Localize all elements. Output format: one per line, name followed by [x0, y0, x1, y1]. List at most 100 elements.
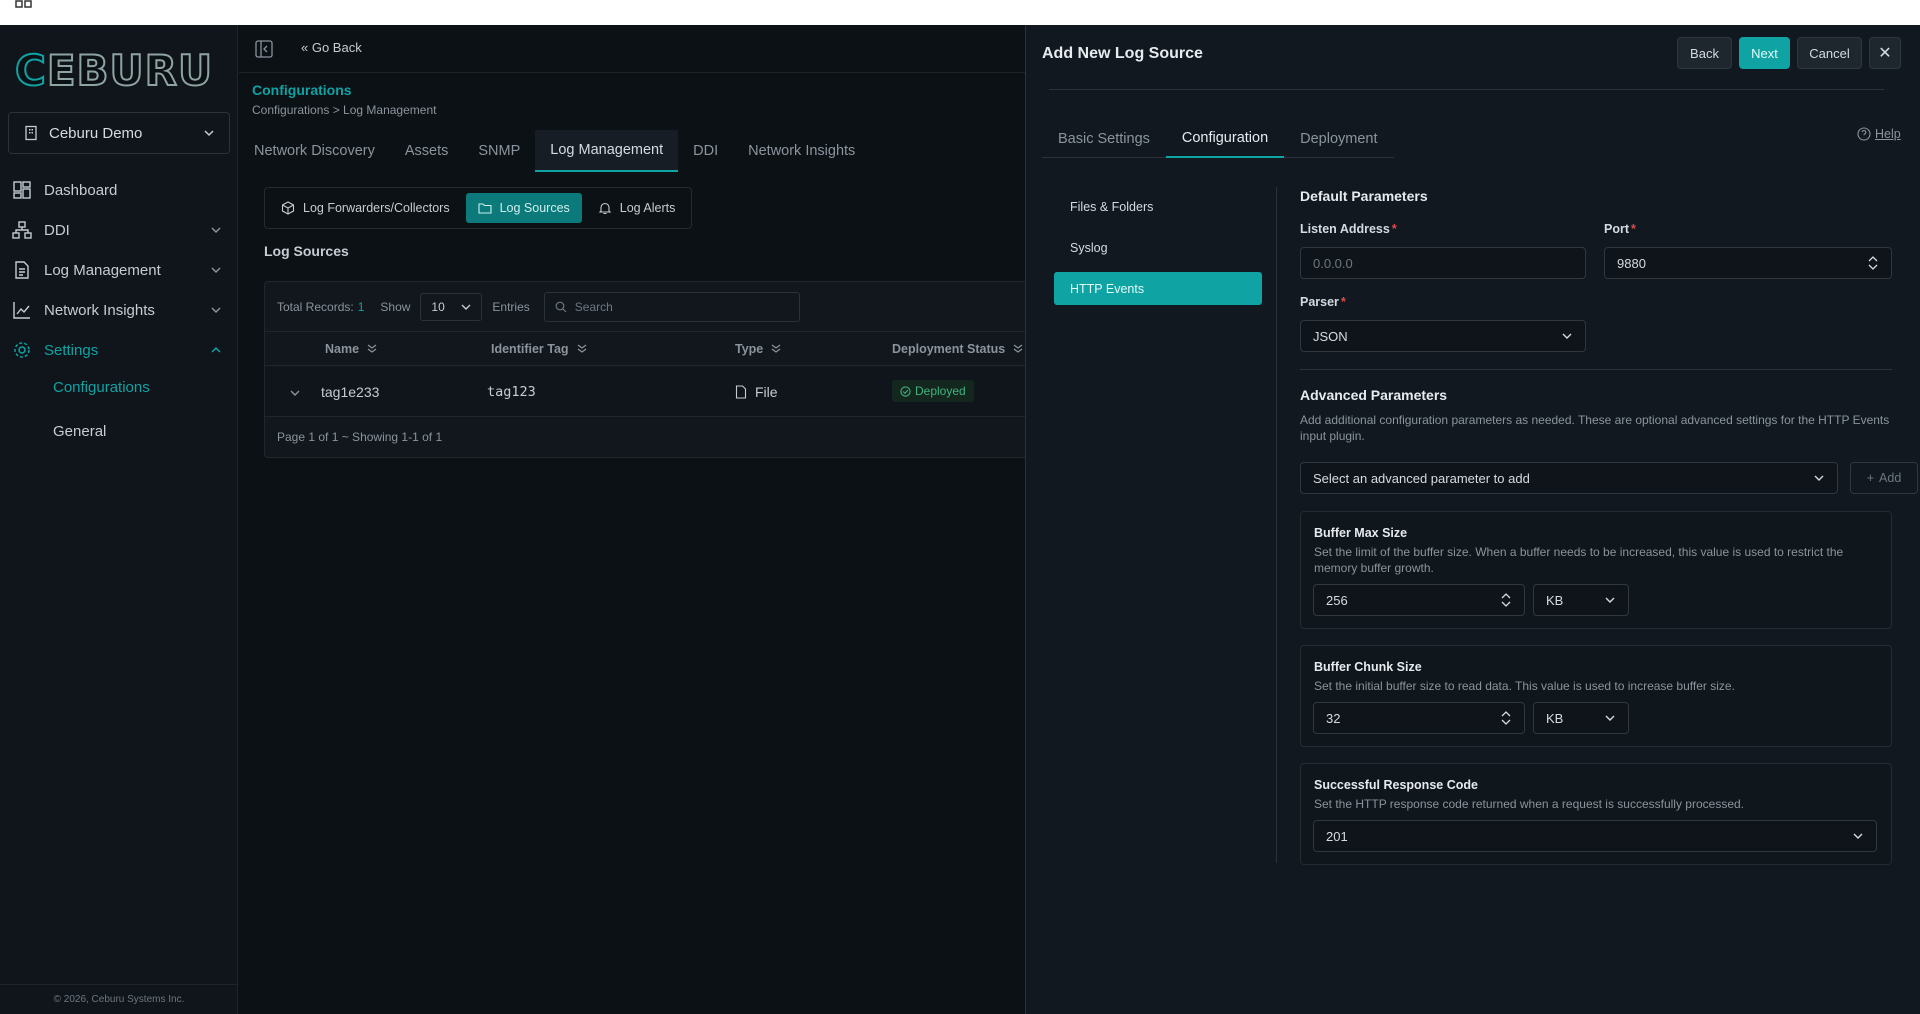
- main-content: « Go Back Configurations Configurations …: [239, 25, 1034, 1014]
- chevron-down-icon: [204, 130, 214, 137]
- tab-deployment[interactable]: Deployment: [1284, 120, 1393, 158]
- footer: © 2026, Ceburu Systems Inc.: [0, 984, 238, 1014]
- menu-files-folders[interactable]: Files & Folders: [1054, 190, 1262, 223]
- increment-icon[interactable]: [1868, 254, 1878, 263]
- column-header-type[interactable]: Type: [735, 342, 781, 356]
- main-header: « Go Back: [239, 25, 1025, 73]
- tab-log-management[interactable]: Log Management: [535, 130, 679, 172]
- tab-basic-settings[interactable]: Basic Settings: [1042, 120, 1166, 158]
- subtab-forwarders[interactable]: Log Forwarders/Collectors: [269, 193, 462, 223]
- table-row[interactable]: tag1e233 tag123 File Deployed: [265, 367, 1033, 417]
- help-icon: [1857, 127, 1871, 141]
- total-label: Total Records:: [277, 299, 354, 314]
- file-icon: [735, 385, 747, 399]
- help-link[interactable]: Help: [1857, 127, 1901, 141]
- unit-value: KB: [1546, 710, 1564, 726]
- show-label: Show: [380, 299, 411, 314]
- number-stepper[interactable]: [1867, 254, 1879, 272]
- response-code-select[interactable]: 201: [1313, 820, 1877, 852]
- parser-select[interactable]: JSON: [1300, 320, 1586, 352]
- buffer-max-size-unit-select[interactable]: KB: [1533, 584, 1629, 616]
- column-header-tag[interactable]: Identifier Tag: [491, 342, 587, 356]
- increment-icon[interactable]: [1501, 591, 1511, 600]
- parser-value: JSON: [1313, 328, 1348, 344]
- column-label: Deployment Status: [892, 341, 1006, 356]
- tab-configuration[interactable]: Configuration: [1165, 120, 1285, 158]
- log-sources-table: Total Records: 1 Show 10 Entries Search …: [264, 281, 1034, 458]
- org-select[interactable]: Ceburu Demo: [8, 112, 230, 154]
- status-badge: Deployed: [892, 380, 974, 402]
- param-desc: Set the HTTP response code returned when…: [1314, 797, 1745, 811]
- decrement-icon[interactable]: [1868, 263, 1878, 272]
- chevron-down-icon: [1853, 833, 1863, 839]
- chevron-down-icon: [1605, 715, 1615, 721]
- grid-icon[interactable]: [15, 0, 33, 10]
- chevron-down-icon: [211, 227, 221, 234]
- subtab-log-alerts[interactable]: Log Alerts: [586, 193, 688, 223]
- tab-snmp[interactable]: SNMP: [463, 130, 535, 172]
- subtabs: Log Forwarders/Collectors Log Sources Lo…: [264, 187, 693, 229]
- nav-label: Network Insights: [44, 301, 155, 319]
- next-button[interactable]: Next: [1739, 37, 1790, 69]
- nav-label: Log Management: [44, 261, 161, 279]
- nav-configurations[interactable]: Configurations: [53, 379, 150, 396]
- tab-assets[interactable]: Assets: [390, 130, 464, 172]
- number-stepper[interactable]: [1500, 591, 1512, 609]
- nav-network-insights[interactable]: Network Insights: [12, 297, 222, 323]
- logo[interactable]: CEBURU: [14, 45, 213, 96]
- sidebar: CEBURU Ceburu Demo Dashboard DDI Log Man…: [0, 25, 238, 1014]
- column-header-status[interactable]: Deployment Status: [892, 342, 1023, 356]
- menu-http-events[interactable]: HTTP Events: [1054, 272, 1262, 305]
- sort-icon: [1013, 344, 1023, 353]
- tab-network-insights[interactable]: Network Insights: [733, 130, 870, 172]
- nav-log-management[interactable]: Log Management: [12, 257, 222, 283]
- nav-general[interactable]: General: [53, 423, 106, 440]
- chevron-down-icon: [461, 304, 471, 310]
- label-text: Listen Address: [1300, 222, 1390, 236]
- buffer-max-size-input[interactable]: 256: [1313, 584, 1525, 616]
- go-back-link[interactable]: « Go Back: [301, 40, 362, 55]
- tab-ddi[interactable]: DDI: [678, 130, 733, 172]
- port-input[interactable]: 9880: [1604, 247, 1892, 279]
- cancel-button[interactable]: Cancel: [1797, 37, 1862, 69]
- total-count: 1: [357, 299, 365, 314]
- menu-syslog[interactable]: Syslog: [1054, 231, 1262, 264]
- page-size-value: 10: [431, 299, 445, 314]
- column-label: Name: [325, 341, 360, 356]
- nav-dashboard[interactable]: Dashboard: [12, 177, 222, 203]
- search-icon: [555, 301, 567, 312]
- param-value: 201: [1326, 828, 1348, 844]
- number-stepper[interactable]: [1500, 709, 1512, 727]
- nav-ddi[interactable]: DDI: [12, 217, 222, 243]
- subtab-log-sources[interactable]: Log Sources: [465, 193, 582, 223]
- pagination-info: Page 1 of 1 ~ Showing 1-1 of 1: [277, 430, 443, 444]
- nav-settings[interactable]: Settings: [12, 337, 222, 363]
- tab-network-discovery[interactable]: Network Discovery: [239, 130, 390, 172]
- param-value: 256: [1326, 592, 1348, 608]
- back-button[interactable]: Back: [1677, 37, 1732, 69]
- buffer-chunk-size-unit-select[interactable]: KB: [1533, 702, 1629, 734]
- param-card-buffer-max-size: Buffer Max Size Set the limit of the buf…: [1300, 511, 1892, 629]
- breadcrumb: Configurations > Log Management: [252, 103, 437, 117]
- search-input[interactable]: Search: [543, 291, 800, 322]
- add-param-button[interactable]: + Add: [1850, 462, 1918, 494]
- increment-icon[interactable]: [1501, 709, 1511, 718]
- network-icon: [12, 221, 32, 239]
- chevron-down-icon: [1605, 597, 1615, 603]
- param-title: Buffer Chunk Size: [1314, 660, 1422, 674]
- advanced-param-select[interactable]: Select an advanced parameter to add: [1300, 462, 1838, 494]
- column-header-name[interactable]: Name: [325, 342, 377, 356]
- close-button[interactable]: ✕: [1869, 37, 1901, 69]
- org-name: Ceburu Demo: [49, 124, 143, 142]
- divider: [1300, 369, 1892, 370]
- chevron-down-icon: [211, 307, 221, 314]
- expand-row-icon[interactable]: [289, 387, 301, 399]
- sidebar-collapse-icon[interactable]: [255, 40, 273, 58]
- decrement-icon[interactable]: [1501, 600, 1511, 609]
- copyright: © 2026, Ceburu Systems Inc.: [53, 994, 185, 1005]
- page-size-select[interactable]: 10: [420, 292, 483, 321]
- decrement-icon[interactable]: [1501, 718, 1511, 727]
- listen-address-input[interactable]: 0.0.0.0: [1300, 247, 1586, 279]
- buffer-chunk-size-input[interactable]: 32: [1313, 702, 1525, 734]
- add-label: Add: [1879, 471, 1902, 485]
